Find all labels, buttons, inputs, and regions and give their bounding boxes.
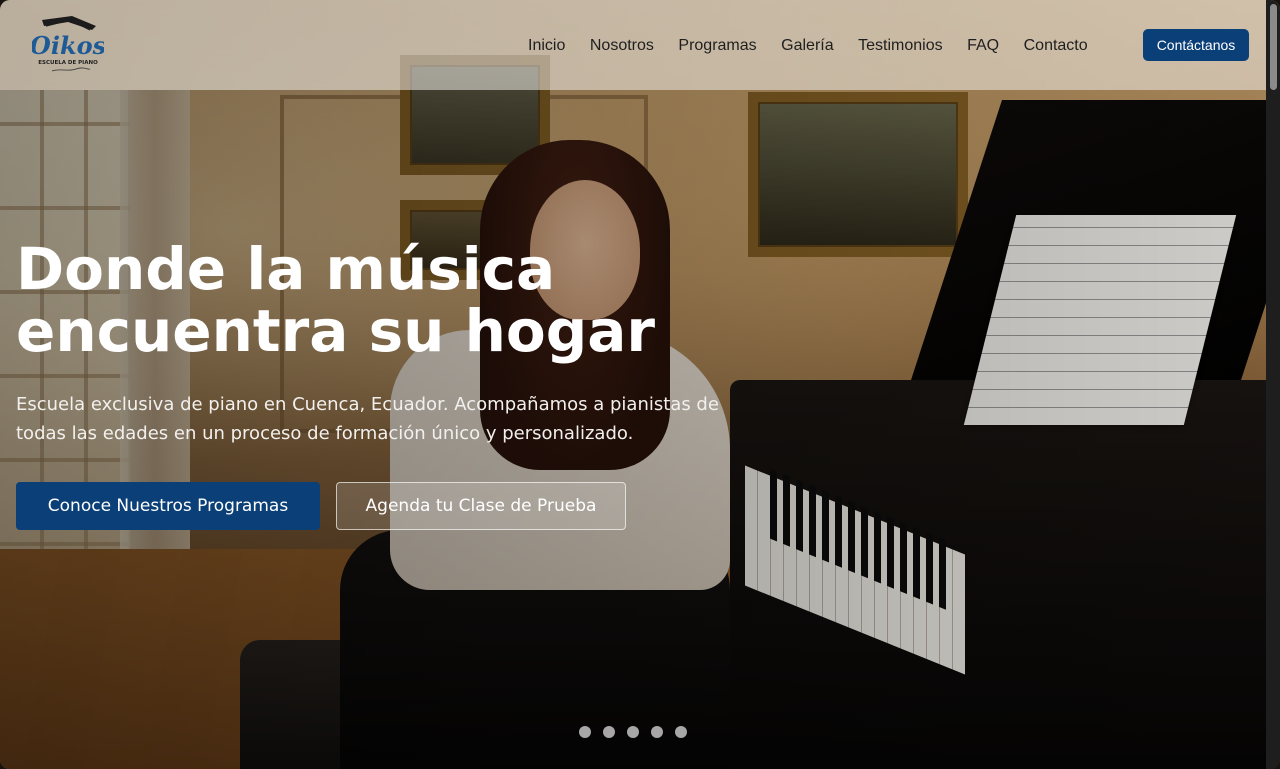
trial-class-button[interactable]: Agenda tu Clase de Prueba xyxy=(336,482,626,530)
logo-subtitle: ESCUELA DE PIANO xyxy=(38,60,98,66)
carousel-dot-2[interactable] xyxy=(603,726,615,738)
nav-link-faq[interactable]: FAQ xyxy=(967,37,999,55)
carousel-dot-1[interactable] xyxy=(579,726,591,738)
nav-link-testimonios[interactable]: Testimonios xyxy=(858,37,942,55)
scrollbar-thumb[interactable] xyxy=(1270,4,1277,90)
contact-cta-button[interactable]: Contáctanos xyxy=(1143,29,1249,61)
carousel-dot-5[interactable] xyxy=(675,726,687,738)
hero-content: Donde la música encuentra su hogar Escue… xyxy=(16,238,816,448)
hero-title-line-1: Donde la música xyxy=(16,235,556,303)
logo-piano-icon: Oikos ESCUELA DE PIANO xyxy=(30,16,107,72)
site-header: Oikos ESCUELA DE PIANO Inicio Nosotros P… xyxy=(0,0,1266,90)
nav-link-galeria[interactable]: Galería xyxy=(781,37,833,55)
carousel-dot-3[interactable] xyxy=(627,726,639,738)
hero-title: Donde la música encuentra su hogar xyxy=(16,238,816,362)
logo-signature-mark xyxy=(51,67,91,72)
carousel-indicators xyxy=(579,726,687,738)
nav-link-nosotros[interactable]: Nosotros xyxy=(590,37,654,55)
site-logo[interactable]: Oikos ESCUELA DE PIANO xyxy=(30,14,107,76)
nav-link-inicio[interactable]: Inicio xyxy=(528,37,565,55)
nav-link-programas[interactable]: Programas xyxy=(678,37,756,55)
page-scrollbar[interactable] xyxy=(1266,0,1280,769)
logo-wordmark: Oikos xyxy=(32,31,104,60)
hero-subtitle: Escuela exclusiva de piano en Cuenca, Ec… xyxy=(16,394,719,444)
programs-button[interactable]: Conoce Nuestros Programas xyxy=(16,482,320,530)
carousel-dot-4[interactable] xyxy=(651,726,663,738)
browser-viewport: Oikos ESCUELA DE PIANO Inicio Nosotros P… xyxy=(0,0,1280,769)
hero-title-line-2: encuentra su hogar xyxy=(16,297,655,365)
main-nav: Inicio Nosotros Programas Galería Testim… xyxy=(528,0,1088,92)
nav-link-contacto[interactable]: Contacto xyxy=(1024,37,1088,55)
